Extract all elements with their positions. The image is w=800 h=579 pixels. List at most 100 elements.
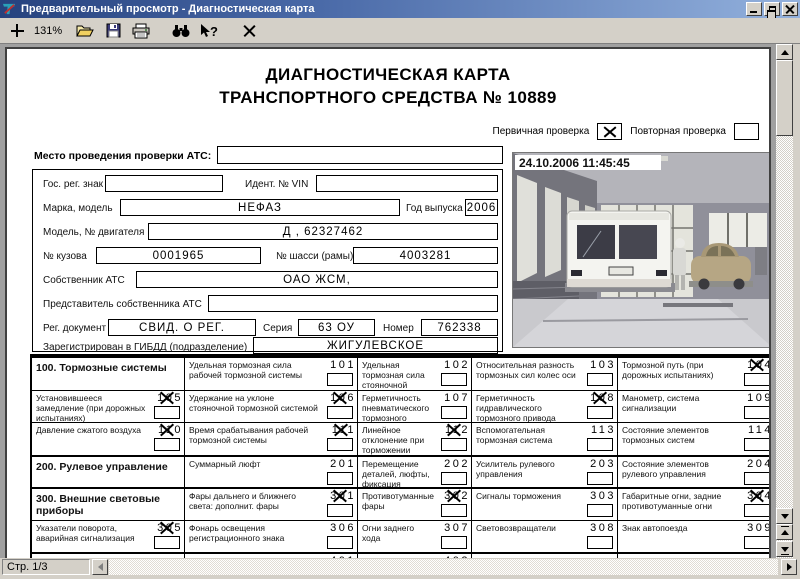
repeat-check-box xyxy=(734,123,759,140)
gos-reg-label: Гос. рег. знак xyxy=(43,179,103,190)
chassis-value: 4003281 xyxy=(353,247,498,264)
horizontal-scrollbar-track[interactable] xyxy=(109,559,778,575)
document-page: ДИАГНОСТИЧЕСКАЯ КАРТА ТРАНСПОРТНОГО СРЕД… xyxy=(5,47,771,558)
zoom-mode-button[interactable] xyxy=(6,20,28,42)
table-cell: Противотуманные фары302 xyxy=(357,489,471,520)
window-edge xyxy=(793,44,800,558)
table-cell: Относительная разность тормозных сил кол… xyxy=(471,358,617,390)
table-cell: Фары дальнего и ближнего света: дополнит… xyxy=(184,489,357,520)
page-indicator: Стр. 1/3 xyxy=(2,559,90,575)
reg-document-value: СВИД. О РЕГ. xyxy=(108,319,256,336)
place-of-check-value xyxy=(217,146,503,164)
inspection-photo: 24.10.2006 11:45:45 xyxy=(512,152,771,348)
result-box xyxy=(327,406,353,419)
table-cell: Тормозной путь (при дорожных испытаниях)… xyxy=(617,358,771,390)
previous-page-button[interactable] xyxy=(776,524,793,540)
app-icon xyxy=(2,2,17,16)
series-label: Серия xyxy=(263,323,292,334)
print-button[interactable] xyxy=(130,20,152,42)
item-code: 107 xyxy=(444,392,470,404)
table-cell: Огни заднего хода307 xyxy=(357,521,471,552)
vin-value xyxy=(316,175,498,192)
result-box xyxy=(441,373,467,386)
table-cell: Знак автопоезда309 xyxy=(617,521,771,552)
year-label: Год выпуска xyxy=(406,203,463,214)
crossed-out-x-icon xyxy=(333,423,348,437)
item-code: 114 xyxy=(748,424,771,436)
place-of-check-label: Место проведения проверки АТС: xyxy=(34,150,211,162)
item-code: 110 xyxy=(158,424,183,436)
table-cell: Время срабатывания рабочей тормозной сис… xyxy=(184,423,357,455)
item-code: 203 xyxy=(590,458,616,470)
restore-icon xyxy=(769,6,776,13)
find-button[interactable] xyxy=(170,20,192,42)
check-type-row: Первичная проверка Повторная проверка xyxy=(493,123,759,140)
representative-label: Представитель собственника АТС xyxy=(43,299,202,310)
window-title: Предварительный просмотр - Диагностическ… xyxy=(21,3,746,15)
table-cell: Удержание на уклоне стояночной тормозной… xyxy=(184,391,357,422)
help-pointer-icon: ? xyxy=(199,23,219,39)
open-folder-icon xyxy=(76,23,94,38)
context-help-button[interactable]: ? xyxy=(198,20,220,42)
series-value: 63 ОУ xyxy=(298,319,375,336)
item-code: 307 xyxy=(444,522,470,534)
scroll-up-button[interactable] xyxy=(776,44,793,60)
engine-value: Д , 62327462 xyxy=(148,223,498,240)
page-down-icon xyxy=(781,547,789,552)
chassis-label: № шасси (рамы) xyxy=(276,251,353,262)
close-window-button[interactable] xyxy=(782,2,798,16)
minimize-icon xyxy=(750,11,757,13)
close-preview-button[interactable] xyxy=(238,20,260,42)
next-page-button[interactable] xyxy=(776,541,793,557)
diagnostic-table: 100. Тормозные системыУдельная тормозная… xyxy=(30,354,771,558)
table-cell: Фонарь освещения регистрационного знака3… xyxy=(184,521,357,552)
table-cell: Манометр, система сигнализации109 xyxy=(617,391,771,422)
vertical-scrollbar-thumb[interactable] xyxy=(776,60,793,136)
repeat-check-label: Повторная проверка xyxy=(630,126,726,137)
scroll-right-button[interactable] xyxy=(781,559,797,575)
toolbar: 131% xyxy=(0,18,800,44)
svg-text:?: ? xyxy=(210,24,218,39)
crossed-out-x-icon xyxy=(749,489,764,503)
scroll-down-button[interactable] xyxy=(776,508,793,524)
zoom-crosshair-icon xyxy=(11,24,24,37)
table-section-header: 100. Тормозные системы xyxy=(32,358,184,390)
result-box xyxy=(744,373,770,386)
table-cell: Герметичность гидравлического тормозного… xyxy=(471,391,617,422)
brand-value: НЕФАЗ xyxy=(120,199,400,216)
result-box xyxy=(441,472,467,485)
save-button[interactable] xyxy=(102,20,124,42)
number-value: 762338 xyxy=(421,319,498,336)
item-code: 111 xyxy=(332,424,356,436)
result-box xyxy=(327,536,353,549)
vertical-scrollbar[interactable] xyxy=(776,44,793,558)
crossed-out-x-icon xyxy=(446,489,461,503)
printer-icon xyxy=(132,23,150,39)
reg-document-label: Рег. документ xyxy=(43,323,106,334)
year-value: 2006 xyxy=(465,199,498,216)
app-window: Предварительный просмотр - Диагностическ… xyxy=(0,0,800,579)
result-box xyxy=(744,504,770,517)
table-row: Давление сжатого воздуха110Время срабаты… xyxy=(32,422,771,455)
table-cell: Удельная тормозная сила рабочей тормозно… xyxy=(184,358,357,390)
result-box xyxy=(441,438,467,451)
table-row: 300. Внешние световые приборыФары дальне… xyxy=(32,487,771,520)
result-box xyxy=(154,536,180,549)
minimize-button[interactable] xyxy=(746,2,762,16)
close-preview-icon xyxy=(243,25,255,37)
scroll-left-button[interactable] xyxy=(92,559,108,575)
result-box xyxy=(154,406,180,419)
table-cell: Усилитель рулевого управления203 xyxy=(471,457,617,487)
result-box xyxy=(587,406,613,419)
restore-button[interactable] xyxy=(764,2,780,16)
arrow-up-icon xyxy=(781,50,789,55)
crossed-out-x-icon xyxy=(332,391,347,405)
inspection-photo-image: 24.10.2006 11:45:45 xyxy=(513,153,771,347)
item-label: 100. Тормозные системы xyxy=(36,360,181,374)
crossed-out-x-icon xyxy=(159,391,174,405)
open-button[interactable] xyxy=(74,20,96,42)
result-box xyxy=(744,536,770,549)
item-code: 103 xyxy=(590,359,616,371)
result-box xyxy=(327,373,353,386)
item-code: 112 xyxy=(445,424,470,436)
